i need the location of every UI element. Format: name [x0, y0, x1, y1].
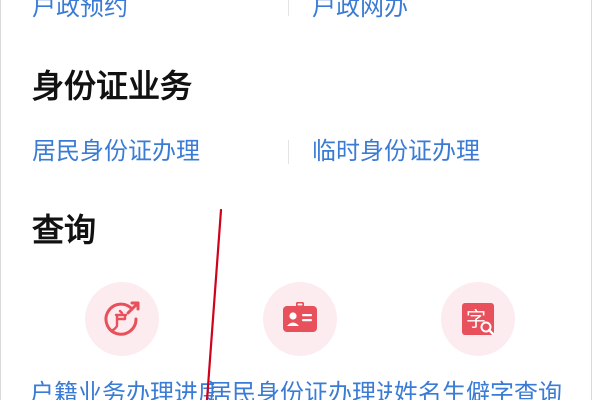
id-card-icon-bg	[263, 282, 337, 356]
query-section-title: 查询	[32, 211, 97, 249]
id-card-icon	[283, 302, 317, 332]
household-online-link[interactable]: 户政网办	[312, 0, 408, 22]
resident-id-card-link[interactable]: 居民身份证办理	[32, 136, 200, 166]
rare-character-icon-bg: 字	[441, 282, 515, 356]
rare-character-query-label: 姓名生僻字查询	[394, 379, 562, 400]
household-appointment-link[interactable]: 户政预约	[32, 0, 128, 22]
rare-character-query-item[interactable]: 字 姓名生僻字查询	[386, 282, 570, 400]
id-card-progress-query-label: 居民身份证办理进度查询	[208, 379, 392, 400]
id-section-title: 身份证业务	[32, 67, 193, 105]
id-card-progress-query-item[interactable]: 居民身份证办理进度查询	[208, 282, 392, 400]
household-progress-icon	[104, 301, 140, 336]
left-border	[0, 0, 1, 400]
id-row-divider	[288, 140, 289, 164]
household-progress-query-label: 户籍业务办理进度查询	[30, 379, 214, 400]
household-progress-query-item[interactable]: 户籍业务办理进度查询	[30, 282, 214, 400]
screenshot-frame: 户政预约 户政网办 身份证业务 居民身份证办理 临时身份证办理 查询 户籍业务办…	[0, 0, 600, 400]
right-border	[591, 0, 592, 400]
top-row-divider	[288, 0, 289, 16]
rare-character-search-icon: 字	[462, 303, 494, 335]
temporary-id-card-link[interactable]: 临时身份证办理	[312, 136, 480, 166]
household-progress-icon-bg	[85, 282, 159, 356]
